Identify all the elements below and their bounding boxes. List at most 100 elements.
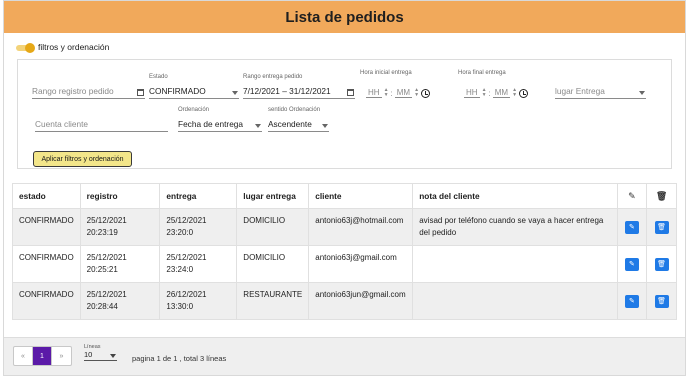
toggle-knob — [25, 42, 35, 53]
chevron-down-icon[interactable] — [232, 91, 238, 95]
rango-registro-input[interactable]: Rango registro pedido — [32, 85, 145, 99]
cell-delete: 🗑 — [646, 208, 677, 246]
hora-inicial-mm[interactable]: MM — [394, 88, 413, 98]
table-row[interactable]: CONFIRMADO 25/12/2021 20:25:21 25/12/2021… — [12, 245, 677, 283]
lines-per-page-select[interactable]: Líneas 10 — [84, 344, 117, 361]
entrega-fecha: 25/12/2021 — [166, 253, 207, 262]
hh-spinner[interactable]: ▲ ▼ — [482, 88, 487, 98]
mm-spinner[interactable]: ▲ ▼ — [414, 88, 419, 98]
estado-value[interactable]: CONFIRMADO — [149, 85, 239, 99]
registro-fecha: 25/12/2021 — [86, 253, 127, 262]
edit-icon: ✎ — [628, 190, 636, 201]
lugar-entrega-value[interactable]: lugar Entrega — [555, 85, 646, 99]
chevron-down-icon[interactable] — [255, 124, 261, 128]
cell-cliente: antonio63jun@gmail.com — [308, 282, 414, 320]
hora-final-label: Hora final entrega — [458, 70, 506, 76]
hora-inicial-time: HH ▲ ▼ : MM ▲ ▼ — [366, 86, 431, 100]
rango-entrega-label: Rango entrega pedido — [243, 74, 303, 80]
sentido-value[interactable]: Ascendente — [268, 118, 329, 132]
table-row[interactable]: CONFIRMADO 25/12/2021 20:23:19 25/12/2021… — [12, 208, 677, 246]
cell-entrega: 26/12/2021 13:30:0 — [159, 282, 238, 320]
time-separator: : — [488, 88, 491, 98]
orders-table: estado registro entrega lugar entrega cl… — [12, 183, 677, 320]
calendar-icon[interactable] — [347, 89, 354, 96]
mm-spinner[interactable]: ▲ ▼ — [512, 88, 517, 98]
column-header: cliente — [308, 183, 414, 209]
table-row[interactable]: CONFIRMADO 25/12/2021 20:28:44 26/12/2021… — [12, 282, 677, 320]
edit-button[interactable]: ✎ — [624, 294, 639, 308]
prev-page-button[interactable]: « — [14, 347, 33, 365]
estado-select[interactable]: Estado CONFIRMADO — [149, 74, 239, 100]
cell-lugar: RESTAURANTE — [236, 282, 310, 320]
filters-toggle-row: filtros y ordenación — [16, 42, 109, 53]
ordenacion-select[interactable]: Ordenación Fecha de entrega — [178, 107, 262, 133]
entrega-fecha: 26/12/2021 — [166, 290, 207, 299]
cell-edit: ✎ — [616, 208, 648, 246]
registro-hora: 20:25:21 — [86, 265, 118, 274]
column-header: entrega — [159, 183, 238, 209]
calendar-icon[interactable] — [137, 89, 144, 96]
ordenacion-value[interactable]: Fecha de entrega — [178, 118, 262, 132]
edit-column-header: ✎ — [616, 183, 648, 209]
cuenta-cliente-field[interactable]: Cuenta cliente — [35, 107, 168, 133]
apply-filters-button[interactable]: Aplicar filtros y ordenación — [33, 151, 132, 167]
estado-label: Estado — [149, 74, 168, 80]
table-header-row: estado registro entrega lugar entrega cl… — [12, 183, 677, 209]
cell-cliente: antonio63j@hotmail.com — [308, 208, 414, 246]
edit-button[interactable]: ✎ — [624, 257, 639, 271]
chevron-down-icon[interactable] — [322, 124, 328, 128]
clock-icon[interactable] — [519, 88, 529, 98]
rango-entrega-value[interactable]: 7/12/2021 – 31/12/2021 — [243, 85, 355, 99]
rango-entrega-field[interactable]: Rango entrega pedido 7/12/2021 – 31/12/2… — [243, 74, 355, 100]
ordenacion-label: Ordenación — [178, 107, 210, 113]
registro-fecha: 25/12/2021 — [86, 216, 127, 225]
hh-spinner[interactable]: ▲ ▼ — [384, 88, 389, 98]
delete-button[interactable]: 🗑 — [654, 294, 669, 308]
cell-nota: avisad por teléfono cuando se vaya a hac… — [412, 208, 618, 246]
hora-inicial-field[interactable]: Hora inicial entrega HH ▲ ▼ : MM ▲ ▼ — [360, 70, 450, 100]
page-button-current[interactable]: 1 — [33, 347, 52, 365]
delete-column-header: 🗑 — [646, 183, 677, 209]
hora-final-field[interactable]: Hora final entrega HH ▲ ▼ : MM ▲ ▼ — [458, 70, 548, 100]
time-separator: : — [390, 88, 393, 98]
column-header: nota del cliente — [412, 183, 618, 209]
rango-registro-field[interactable]: Rango registro pedido — [32, 74, 145, 100]
cell-entrega: 25/12/2021 23:24:0 — [159, 245, 238, 283]
pagination-bar: « 1 » Líneas 10 pagina 1 de 1 , total 3 … — [4, 337, 685, 375]
edit-button[interactable]: ✎ — [624, 220, 639, 234]
column-header: registro — [79, 183, 161, 209]
orders-page: Lista de pedidos filtros y ordenación Ra… — [3, 0, 686, 376]
chevron-down-icon[interactable] — [110, 354, 116, 358]
cell-estado: CONFIRMADO — [12, 245, 81, 283]
cell-registro: 25/12/2021 20:28:44 — [79, 282, 161, 320]
delete-button[interactable]: 🗑 — [654, 220, 669, 234]
cell-registro: 25/12/2021 20:25:21 — [79, 245, 161, 283]
filters-toggle[interactable] — [16, 42, 35, 53]
next-page-button[interactable]: » — [52, 347, 71, 365]
cell-lugar: DOMICILIO — [236, 245, 310, 283]
sentido-label: sentido Ordenación — [268, 107, 321, 113]
hora-inicial-hh[interactable]: HH — [366, 88, 382, 98]
hora-final-mm[interactable]: MM — [492, 88, 511, 98]
entrega-fecha: 25/12/2021 — [166, 216, 207, 225]
entrega-hora: 23:20:0 — [166, 228, 194, 237]
clock-icon[interactable] — [421, 88, 431, 98]
cuenta-cliente-input[interactable]: Cuenta cliente — [35, 118, 168, 132]
lugar-entrega-select[interactable]: lugar Entrega — [555, 74, 646, 100]
entrega-hora: 23:24:0 — [166, 265, 194, 274]
cell-nota — [412, 245, 618, 283]
cell-registro: 25/12/2021 20:23:19 — [79, 208, 161, 246]
delete-button[interactable]: 🗑 — [654, 257, 669, 271]
cell-nota — [412, 282, 618, 320]
hora-inicial-label: Hora inicial entrega — [360, 70, 412, 76]
column-header: estado — [12, 183, 81, 209]
lines-value[interactable]: 10 — [84, 350, 117, 361]
column-header: lugar entrega — [236, 183, 310, 209]
registro-fecha: 25/12/2021 — [86, 290, 127, 299]
cell-lugar: DOMICILIO — [236, 208, 310, 246]
sentido-select[interactable]: sentido Ordenación Ascendente — [268, 107, 329, 133]
trash-icon: 🗑 — [655, 190, 668, 201]
cell-entrega: 25/12/2021 23:20:0 — [159, 208, 238, 246]
chevron-down-icon[interactable] — [639, 91, 645, 95]
hora-final-hh[interactable]: HH — [464, 88, 480, 98]
